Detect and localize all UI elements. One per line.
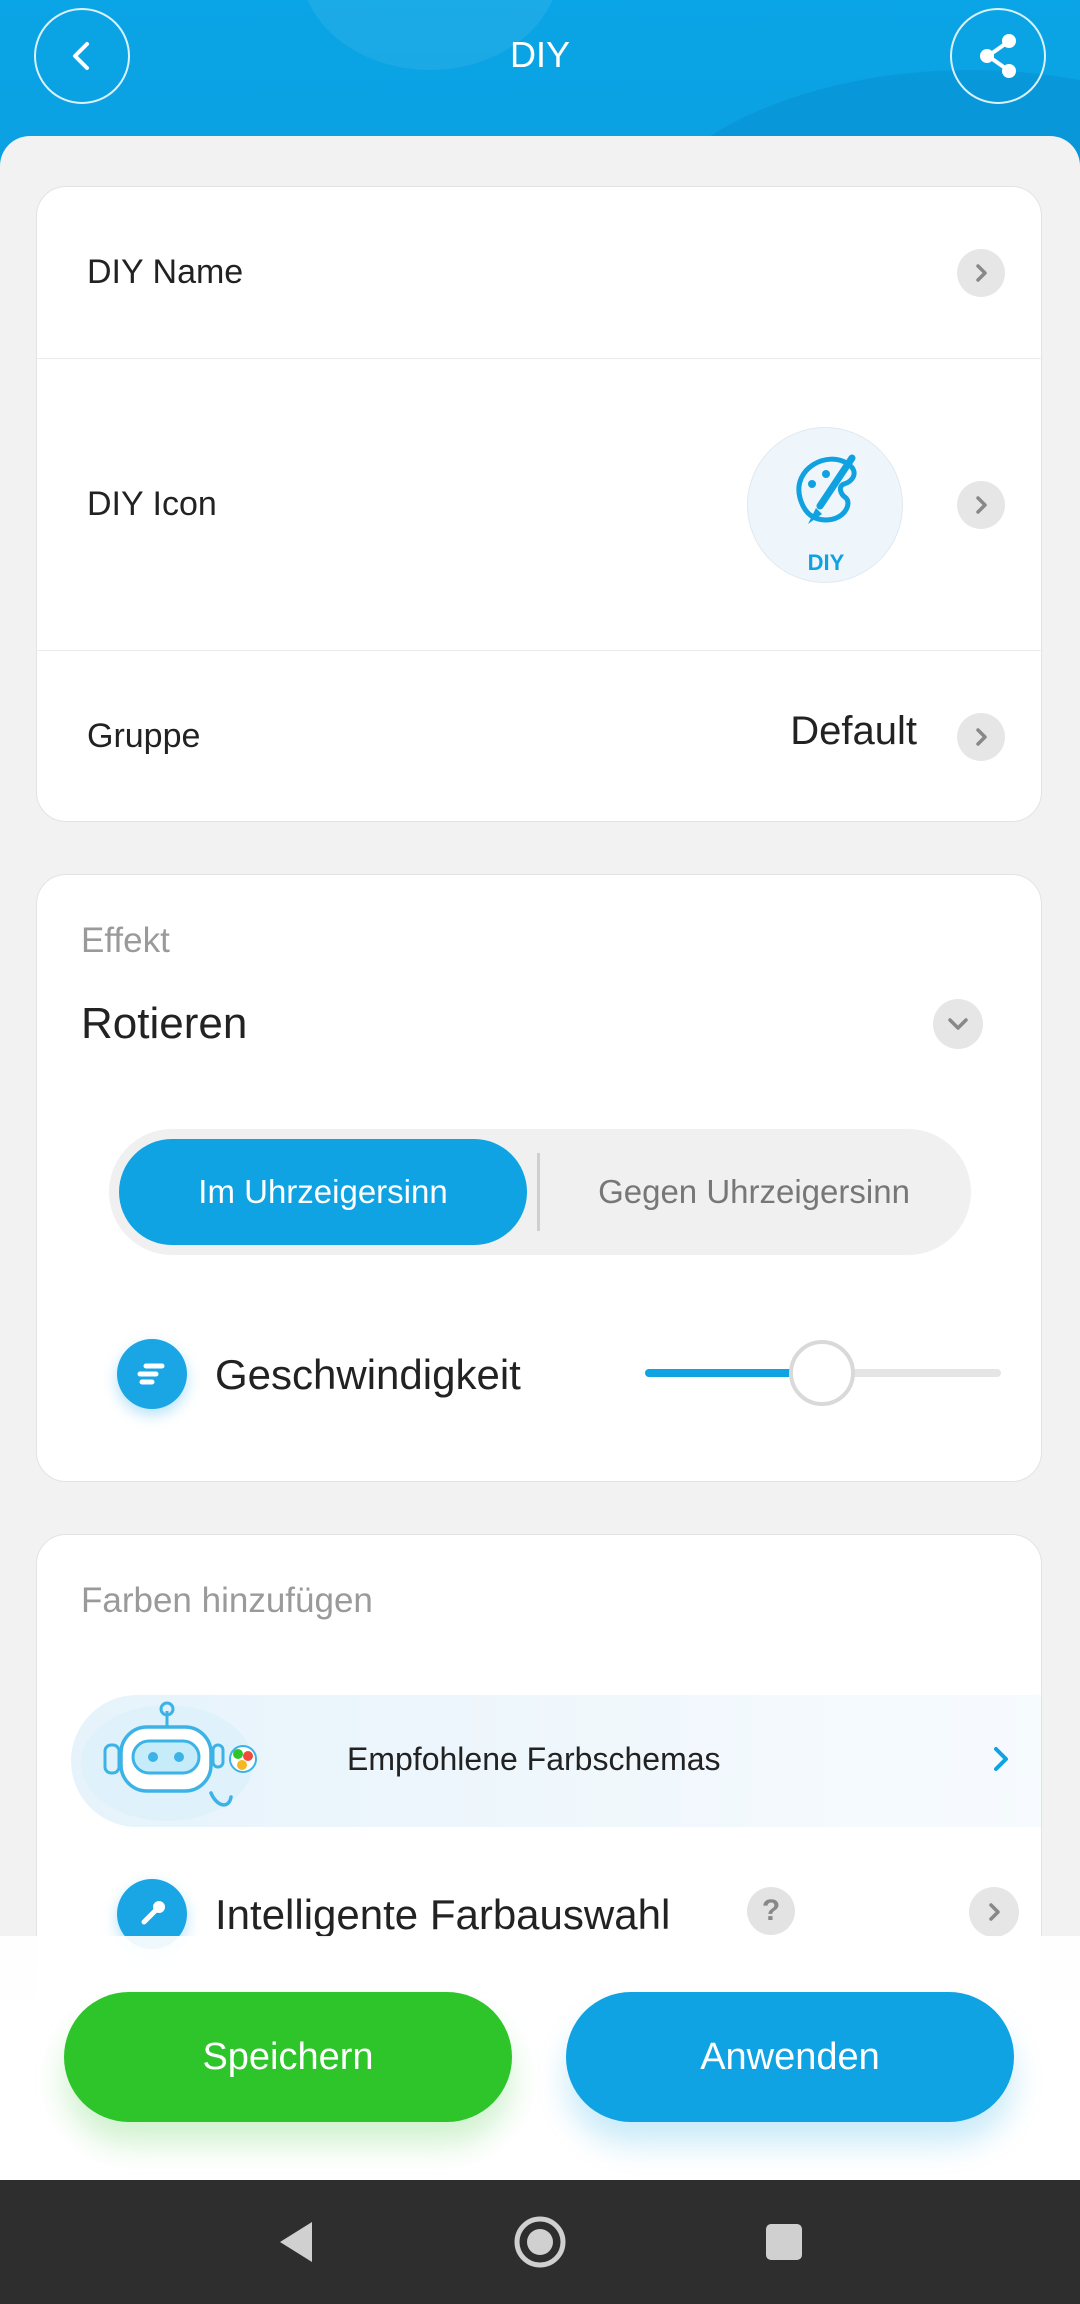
home-circle-icon <box>514 2216 566 2268</box>
effect-section-label: Effekt <box>81 921 170 960</box>
effect-value[interactable]: Rotieren <box>81 999 247 1049</box>
square-recents-icon <box>766 2224 802 2260</box>
diy-icon-row[interactable]: DIY Icon DIY <box>37 359 1043 651</box>
recommended-schemes-label: Empfohlene Farbschemas <box>347 1741 721 1777</box>
diy-settings-card: DIY Name DIY Icon DIY Gruppe Default <box>36 186 1043 823</box>
share-button[interactable] <box>950 8 1046 104</box>
group-label: Gruppe <box>87 717 201 755</box>
system-navigation-bar <box>0 2180 1080 2304</box>
speed-icon <box>117 1339 187 1409</box>
page-title: DIY <box>509 34 570 75</box>
robot-palette-icon <box>81 1701 257 1821</box>
effect-card: Effekt Rotieren Im Uhrzeigersinn Gegen U… <box>36 874 1042 1482</box>
system-back-button[interactable] <box>266 2212 326 2272</box>
counterclockwise-option[interactable]: Gegen Uhrzeigersinn <box>547 1139 961 1245</box>
chevron-right-icon <box>989 1903 1000 1921</box>
group-row[interactable]: Gruppe Default <box>37 651 1043 823</box>
triangle-back-icon <box>280 2222 312 2262</box>
colors-section-label: Farben hinzufügen <box>81 1581 373 1620</box>
direction-toggle: Im Uhrzeigersinn Gegen Uhrzeigersinn <box>109 1129 971 1255</box>
recommended-schemes-row[interactable]: Empfohlene Farbschemas <box>71 1695 1041 1827</box>
group-value: Default <box>790 709 917 753</box>
chevron-right-icon <box>957 249 1005 297</box>
save-button[interactable]: Speichern <box>64 1992 512 2122</box>
system-home-button[interactable] <box>510 2212 570 2272</box>
speed-label: Geschwindigkeit <box>215 1351 521 1398</box>
chevron-right-icon <box>994 1747 1008 1771</box>
smart-color-label[interactable]: Intelligente Farbauswahl <box>215 1891 670 1939</box>
diy-name-label: DIY Name <box>87 253 244 291</box>
segment-divider <box>537 1153 540 1231</box>
diy-name-row[interactable]: DIY Name <box>37 187 1043 359</box>
diy-badge-text: DIY <box>807 550 845 575</box>
apply-button[interactable]: Anwenden <box>566 1992 1014 2122</box>
effect-dropdown-button[interactable] <box>933 999 983 1049</box>
palette-brush-icon[interactable]: DIY <box>747 427 903 583</box>
chevron-right-icon <box>957 481 1005 529</box>
system-recents-button[interactable] <box>754 2212 814 2272</box>
action-bar: Speichern Anwenden <box>0 1936 1080 2180</box>
smart-color-chevron-button[interactable] <box>969 1887 1019 1937</box>
chevron-down-icon <box>948 1018 968 1030</box>
clockwise-option[interactable]: Im Uhrzeigersinn <box>119 1139 527 1245</box>
share-icon <box>980 34 1016 78</box>
help-icon[interactable]: ? <box>747 1887 795 1935</box>
diy-icon-label: DIY Icon <box>87 485 217 523</box>
chevron-right-icon <box>957 713 1005 761</box>
speed-slider-handle[interactable] <box>789 1340 855 1406</box>
